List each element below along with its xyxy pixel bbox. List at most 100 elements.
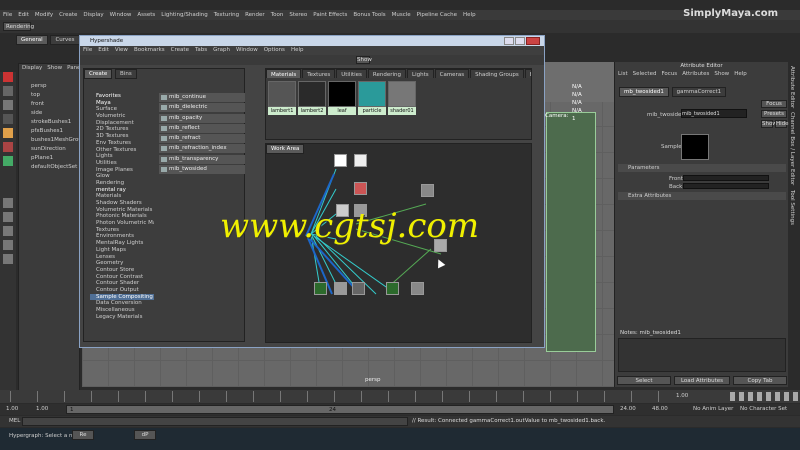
shader-node[interactable] bbox=[352, 282, 365, 295]
select-tool-icon[interactable] bbox=[3, 72, 13, 82]
hypershade-menu-item[interactable]: Edit bbox=[98, 46, 109, 55]
menu-item[interactable]: Edit bbox=[18, 10, 29, 20]
copy-tab-button[interactable]: Copy Tab bbox=[733, 376, 787, 385]
menu-item[interactable]: Assets bbox=[137, 10, 155, 20]
shader-tab[interactable]: Bake Sets bbox=[524, 69, 531, 78]
shader-tab[interactable]: Materials bbox=[266, 69, 302, 78]
scale-tool-icon[interactable] bbox=[3, 142, 13, 152]
side-tab-channel-box[interactable]: Channel Box / Layer Editor bbox=[789, 112, 795, 185]
paint-tool-icon[interactable] bbox=[3, 100, 13, 110]
layout-graph-icon[interactable] bbox=[3, 254, 13, 264]
create-tree-item[interactable]: Lights bbox=[90, 153, 154, 160]
create-tree-item[interactable]: Volumetric bbox=[90, 113, 154, 120]
menu-item[interactable]: Lighting/Shading bbox=[161, 10, 207, 20]
hypershade-menu-item[interactable]: View bbox=[115, 46, 128, 55]
node-type-button[interactable]: mib_transparency bbox=[159, 154, 245, 164]
time-ruler[interactable] bbox=[10, 391, 670, 402]
show-attr-button[interactable]: Show bbox=[761, 120, 777, 128]
create-tree-item[interactable]: Surface bbox=[90, 106, 154, 113]
side-tab-tool-settings[interactable]: Tool Settings bbox=[789, 190, 795, 225]
layout-four-icon[interactable] bbox=[3, 226, 13, 236]
maximize-button[interactable] bbox=[515, 37, 525, 45]
hypershade-menu-item[interactable]: Help bbox=[291, 46, 304, 55]
layout-outliner-icon[interactable] bbox=[3, 240, 13, 250]
tab-bins[interactable]: Bins bbox=[115, 69, 137, 79]
material-swatch[interactable]: leaf bbox=[328, 81, 356, 115]
menu-item[interactable]: Pipeline Cache bbox=[417, 10, 457, 20]
outliner-menu-item[interactable]: Show bbox=[47, 64, 62, 73]
command-input[interactable] bbox=[22, 417, 408, 426]
shader-tab[interactable]: Rendering bbox=[367, 69, 407, 78]
shader-tab[interactable]: Shading Groups bbox=[470, 69, 524, 78]
menu-item[interactable]: Render bbox=[245, 10, 265, 20]
menu-item[interactable]: Texturing bbox=[214, 10, 239, 20]
menu-item[interactable]: Toon bbox=[271, 10, 284, 20]
create-tree-item[interactable]: Lenses bbox=[90, 254, 154, 261]
char-set-dropdown[interactable]: No Character Set bbox=[740, 406, 787, 412]
outliner-menu-item[interactable]: Display bbox=[22, 64, 42, 73]
create-tree-item[interactable]: Contour Store bbox=[90, 267, 154, 274]
shader-node[interactable] bbox=[386, 282, 399, 295]
hypershade-menu-item[interactable]: Window bbox=[236, 46, 258, 55]
parameters-section[interactable]: Parameters bbox=[618, 164, 786, 172]
param-front-color[interactable] bbox=[683, 175, 769, 181]
menu-item[interactable]: Stereo bbox=[289, 10, 307, 20]
menu-item[interactable]: Paint Effects bbox=[313, 10, 347, 20]
move-tool-icon[interactable] bbox=[3, 114, 13, 124]
shader-tab[interactable]: Textures bbox=[302, 69, 336, 78]
anim-layer-dropdown[interactable]: No Anim Layer bbox=[693, 406, 733, 412]
create-tree-item[interactable]: Geometry bbox=[90, 260, 154, 267]
extra-attributes-section[interactable]: Extra Attributes bbox=[618, 192, 786, 200]
create-tree-item[interactable]: Light Maps bbox=[90, 247, 154, 254]
param-back-color[interactable] bbox=[683, 183, 769, 189]
tab-create[interactable]: Create bbox=[84, 69, 113, 79]
taskbar-item[interactable]: dP bbox=[134, 430, 156, 440]
attr-menu-item[interactable]: List bbox=[618, 70, 628, 79]
shader-tab[interactable]: Lights bbox=[407, 69, 434, 78]
hypershade-menu-item[interactable]: File bbox=[83, 46, 92, 55]
create-tree-item[interactable]: Textures bbox=[90, 227, 154, 234]
load-attributes-button[interactable]: Load Attributes bbox=[674, 376, 730, 385]
hypershade-menu-item[interactable]: Bookmarks bbox=[134, 46, 165, 55]
shader-tab[interactable]: Cameras bbox=[434, 69, 470, 78]
outliner-item[interactable]: pPlane1 bbox=[19, 154, 79, 163]
notes-field[interactable] bbox=[618, 338, 786, 372]
material-swatch[interactable]: shader01 bbox=[388, 81, 416, 115]
attr-menu-item[interactable]: Attributes bbox=[682, 70, 709, 79]
create-tree-item[interactable]: MentalRay Lights bbox=[90, 240, 154, 247]
start-time-field[interactable]: 1.00 bbox=[6, 406, 18, 412]
close-button[interactable] bbox=[526, 37, 540, 45]
node-type-button[interactable]: mib_continue bbox=[159, 93, 245, 102]
outliner-item[interactable]: top bbox=[19, 91, 79, 100]
create-tree-item[interactable]: Miscellaneous bbox=[90, 307, 154, 314]
menu-item[interactable]: Create bbox=[59, 10, 77, 20]
range-end-field[interactable]: 24.00 bbox=[620, 406, 636, 412]
shader-node[interactable] bbox=[314, 282, 327, 295]
node-type-button[interactable]: mib_refract bbox=[159, 134, 245, 144]
create-tree-item[interactable]: Photon Volumetric Materi... bbox=[90, 220, 154, 227]
shader-node[interactable] bbox=[411, 282, 424, 295]
create-tree-item[interactable]: Rendering bbox=[90, 180, 154, 187]
create-tree-item[interactable]: Data Conversion bbox=[90, 300, 154, 307]
hypershade-menu-item[interactable]: Create bbox=[171, 46, 189, 55]
outliner-item[interactable]: bushes1MeshGroup bbox=[19, 136, 79, 145]
create-tree-item[interactable]: 2D Textures bbox=[90, 126, 154, 133]
time-slider[interactable]: 1.00 bbox=[0, 390, 800, 403]
create-tree-item[interactable]: Shadow Shaders bbox=[90, 200, 154, 207]
mode-dropdown[interactable]: Rendering bbox=[3, 22, 34, 31]
create-tree-item[interactable]: Sample Compositing bbox=[90, 293, 154, 301]
menu-item[interactable]: Display bbox=[83, 10, 103, 20]
layout-icon[interactable] bbox=[3, 198, 13, 208]
side-tab-attribute-editor[interactable]: Attribute Editor bbox=[789, 66, 795, 108]
menu-item[interactable]: Muscle bbox=[392, 10, 411, 20]
create-tree-item[interactable]: Environments bbox=[90, 233, 154, 240]
hypershade-titlebar[interactable]: Hypershade bbox=[80, 36, 544, 46]
outliner-item[interactable]: side bbox=[19, 109, 79, 118]
create-tree-item[interactable]: Contour Shader bbox=[90, 280, 154, 287]
hypershade-menu-item[interactable]: Graph bbox=[213, 46, 230, 55]
attr-menu-item[interactable]: Selected bbox=[633, 70, 657, 79]
layout-single-icon[interactable] bbox=[3, 212, 13, 222]
create-tree-item[interactable]: 3D Textures bbox=[90, 133, 154, 140]
attr-menu-item[interactable]: Help bbox=[734, 70, 747, 79]
create-tree-item[interactable]: Utilities bbox=[90, 160, 154, 167]
